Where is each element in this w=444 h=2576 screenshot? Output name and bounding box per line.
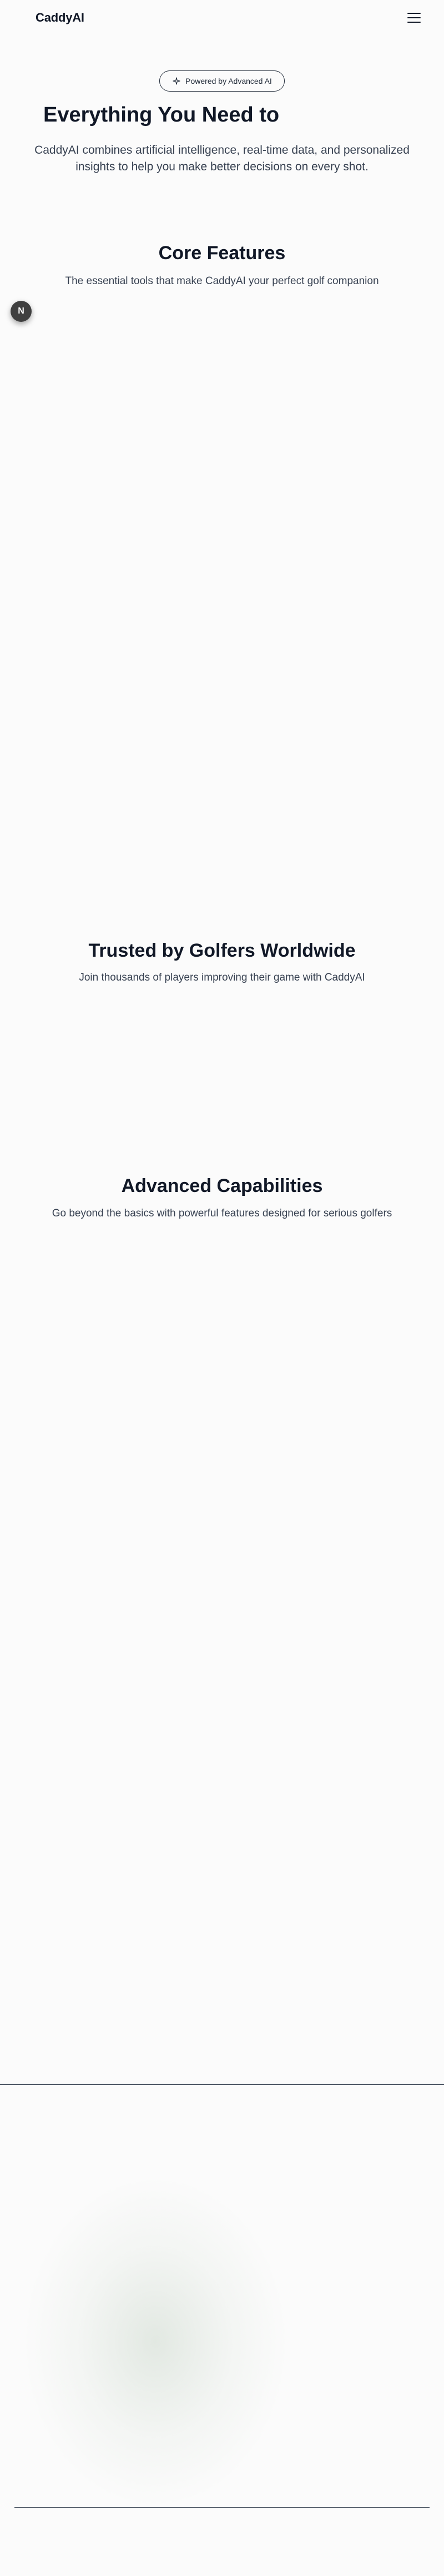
site-header: CaddyAI: [0, 0, 444, 36]
page: CaddyAI Powered by Advanced AI Everythin…: [0, 0, 444, 2576]
menu-line: [407, 13, 421, 14]
hero-title: Everything You Need to: [43, 103, 280, 127]
footer-divider: [14, 2507, 430, 2508]
brand-logo[interactable]: CaddyAI: [36, 11, 84, 25]
advanced-subtitle: Go beyond the basics with powerful featu…: [52, 1208, 392, 1219]
background-glow: [22, 2175, 289, 2508]
ai-badge: Powered by Advanced AI: [159, 70, 285, 92]
trusted-title: Trusted by Golfers Worldwide: [88, 940, 356, 961]
menu-line: [407, 17, 421, 18]
hamburger-menu-icon[interactable]: [406, 11, 422, 24]
sparkle-icon: [173, 77, 180, 85]
core-features-subtitle: The essential tools that make CaddyAI yo…: [65, 275, 379, 287]
section-divider: [0, 2084, 444, 2085]
advanced-title: Advanced Capabilities: [121, 1175, 323, 1196]
floating-action-button[interactable]: N: [11, 301, 32, 322]
core-features-title: Core Features: [158, 243, 286, 264]
menu-line: [407, 22, 421, 23]
trusted-subtitle: Join thousands of players improving thei…: [79, 972, 365, 983]
hero-subtitle: CaddyAI combines artificial intelligence…: [34, 144, 410, 173]
ai-badge-label: Powered by Advanced AI: [185, 77, 272, 85]
